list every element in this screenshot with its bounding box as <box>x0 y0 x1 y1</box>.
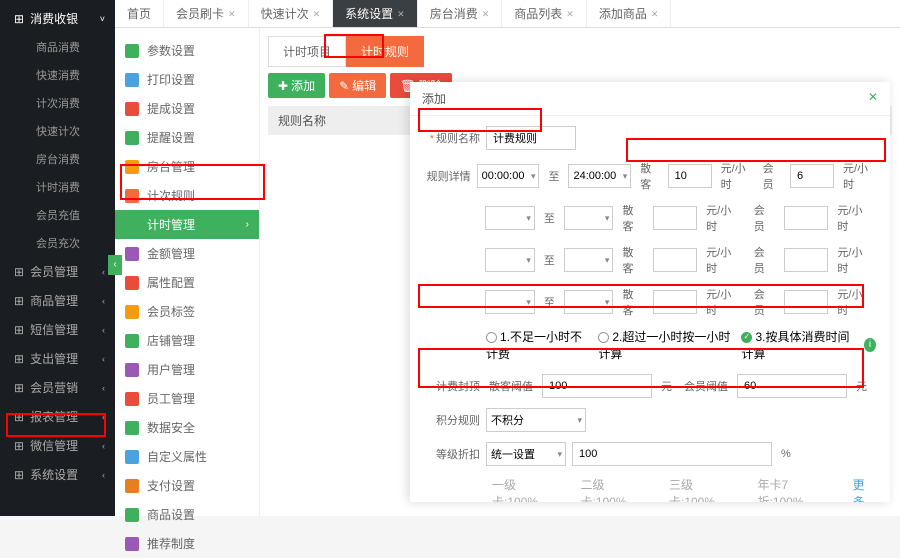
sidebar-item[interactable]: 会员充值 <box>0 201 115 229</box>
sidebar-item[interactable]: 计时消费 <box>0 173 115 201</box>
radio-2[interactable]: 2.超过一小时按一小时计算 <box>598 328 731 362</box>
info-icon[interactable]: i <box>864 338 876 352</box>
member-price-input[interactable] <box>790 164 834 188</box>
subnav-item[interactable]: 店铺管理 <box>115 326 259 355</box>
close-icon[interactable]: ✕ <box>868 90 878 107</box>
subnav-item[interactable]: 会员标签 <box>115 297 259 326</box>
sidebar-group[interactable]: ⊞会员管理‹ <box>0 257 115 286</box>
tab-timing-items[interactable]: 计时项目 <box>268 36 346 67</box>
subnav-item[interactable]: 属性配置 <box>115 268 259 297</box>
close-icon[interactable]: ✕ <box>313 0 321 28</box>
subnav-item[interactable]: 商品设置 <box>115 500 259 529</box>
sidebar-group[interactable]: ⊞微信管理‹ <box>0 431 115 460</box>
discount-select[interactable]: 统一设置 <box>486 442 566 466</box>
sidebar-group[interactable]: ⊞消费收银˅ <box>0 4 115 33</box>
subnav-item[interactable]: 房台管理 <box>115 152 259 181</box>
subnav-item[interactable]: 推荐制度 <box>115 529 259 558</box>
sidebar-group[interactable]: ⊞报表管理‹ <box>0 402 115 431</box>
subnav-item[interactable]: 计次规则 <box>115 181 259 210</box>
close-icon[interactable]: ✕ <box>228 0 236 28</box>
subnav-item[interactable]: 参数设置 <box>115 36 259 65</box>
tab[interactable]: 添加商品✕ <box>587 0 672 27</box>
collapse-subnav-icon[interactable]: ‹ <box>108 255 122 275</box>
rule-name-label: 规则名称 <box>424 130 480 146</box>
sidebar-item[interactable]: 快速计次 <box>0 117 115 145</box>
subnav-item[interactable]: 金额管理 <box>115 239 259 268</box>
time-to-select[interactable]: 24:00:00 <box>568 164 631 188</box>
time-from-select[interactable]: 00:00:00 <box>477 164 540 188</box>
points-select[interactable]: 不积分 <box>486 408 586 432</box>
sidebar-group[interactable]: ⊞商品管理‹ <box>0 286 115 315</box>
tab[interactable]: 快速计次✕ <box>249 0 334 27</box>
member-cap-input[interactable] <box>737 374 847 398</box>
sidebar-group[interactable]: ⊞支出管理‹ <box>0 344 115 373</box>
sidebar-item[interactable]: 房台消费 <box>0 145 115 173</box>
sidebar-group[interactable]: ⊞短信管理‹ <box>0 315 115 344</box>
edit-button[interactable]: ✎ 编辑 <box>329 73 386 98</box>
add-button[interactable]: ✚ 添加 <box>268 73 325 98</box>
subnav-item[interactable]: 用户管理 <box>115 355 259 384</box>
add-rule-modal: 添加 ✕ 规则名称 规则详情 00:00:00 至 24:00:00 散客 元/… <box>410 82 890 502</box>
subnav-item[interactable]: 计时管理› <box>115 210 259 239</box>
radio-1[interactable]: 1.不足一小时不计费 <box>486 328 588 362</box>
close-icon[interactable]: ✕ <box>566 0 574 28</box>
guest-cap-input[interactable] <box>542 374 652 398</box>
sidebar-item[interactable]: 会员充次 <box>0 229 115 257</box>
tab[interactable]: 房台消费✕ <box>418 0 503 27</box>
close-icon[interactable]: ✕ <box>397 0 405 28</box>
close-icon[interactable]: ✕ <box>651 0 659 28</box>
subnav-item[interactable]: 提醒设置 <box>115 123 259 152</box>
guest-price-input[interactable] <box>668 164 712 188</box>
subnav-item[interactable]: 数据安全 <box>115 413 259 442</box>
sidebar-item[interactable]: 计次消费 <box>0 89 115 117</box>
tab[interactable]: 商品列表✕ <box>502 0 587 27</box>
tab-timing-rules[interactable]: 计时规则 <box>346 36 424 67</box>
tab[interactable]: 首页 <box>115 0 164 27</box>
discount-input[interactable] <box>572 442 772 466</box>
rule-name-input[interactable] <box>486 126 576 150</box>
more-link[interactable]: 更多 <box>853 476 876 502</box>
subnav-item[interactable]: 打印设置 <box>115 65 259 94</box>
sidebar-item[interactable]: 商品消费 <box>0 33 115 61</box>
close-icon[interactable]: ✕ <box>482 0 490 28</box>
tab[interactable]: 系统设置✕ <box>333 0 418 27</box>
subnav-item[interactable]: 支付设置 <box>115 471 259 500</box>
subnav-item[interactable]: 自定义属性 <box>115 442 259 471</box>
detail-label: 规则详情 <box>424 168 471 184</box>
tab[interactable]: 会员刷卡✕ <box>164 0 249 27</box>
sidebar-group[interactable]: ⊞系统设置‹ <box>0 460 115 489</box>
radio-3[interactable]: 3.按具体消费时间计算 <box>741 328 854 362</box>
modal-title: 添加 <box>422 90 446 107</box>
subnav-item[interactable]: 提成设置 <box>115 94 259 123</box>
sidebar-item[interactable]: 快速消费 <box>0 61 115 89</box>
subnav-item[interactable]: 员工管理 <box>115 384 259 413</box>
sidebar-group[interactable]: ⊞会员营销‹ <box>0 373 115 402</box>
